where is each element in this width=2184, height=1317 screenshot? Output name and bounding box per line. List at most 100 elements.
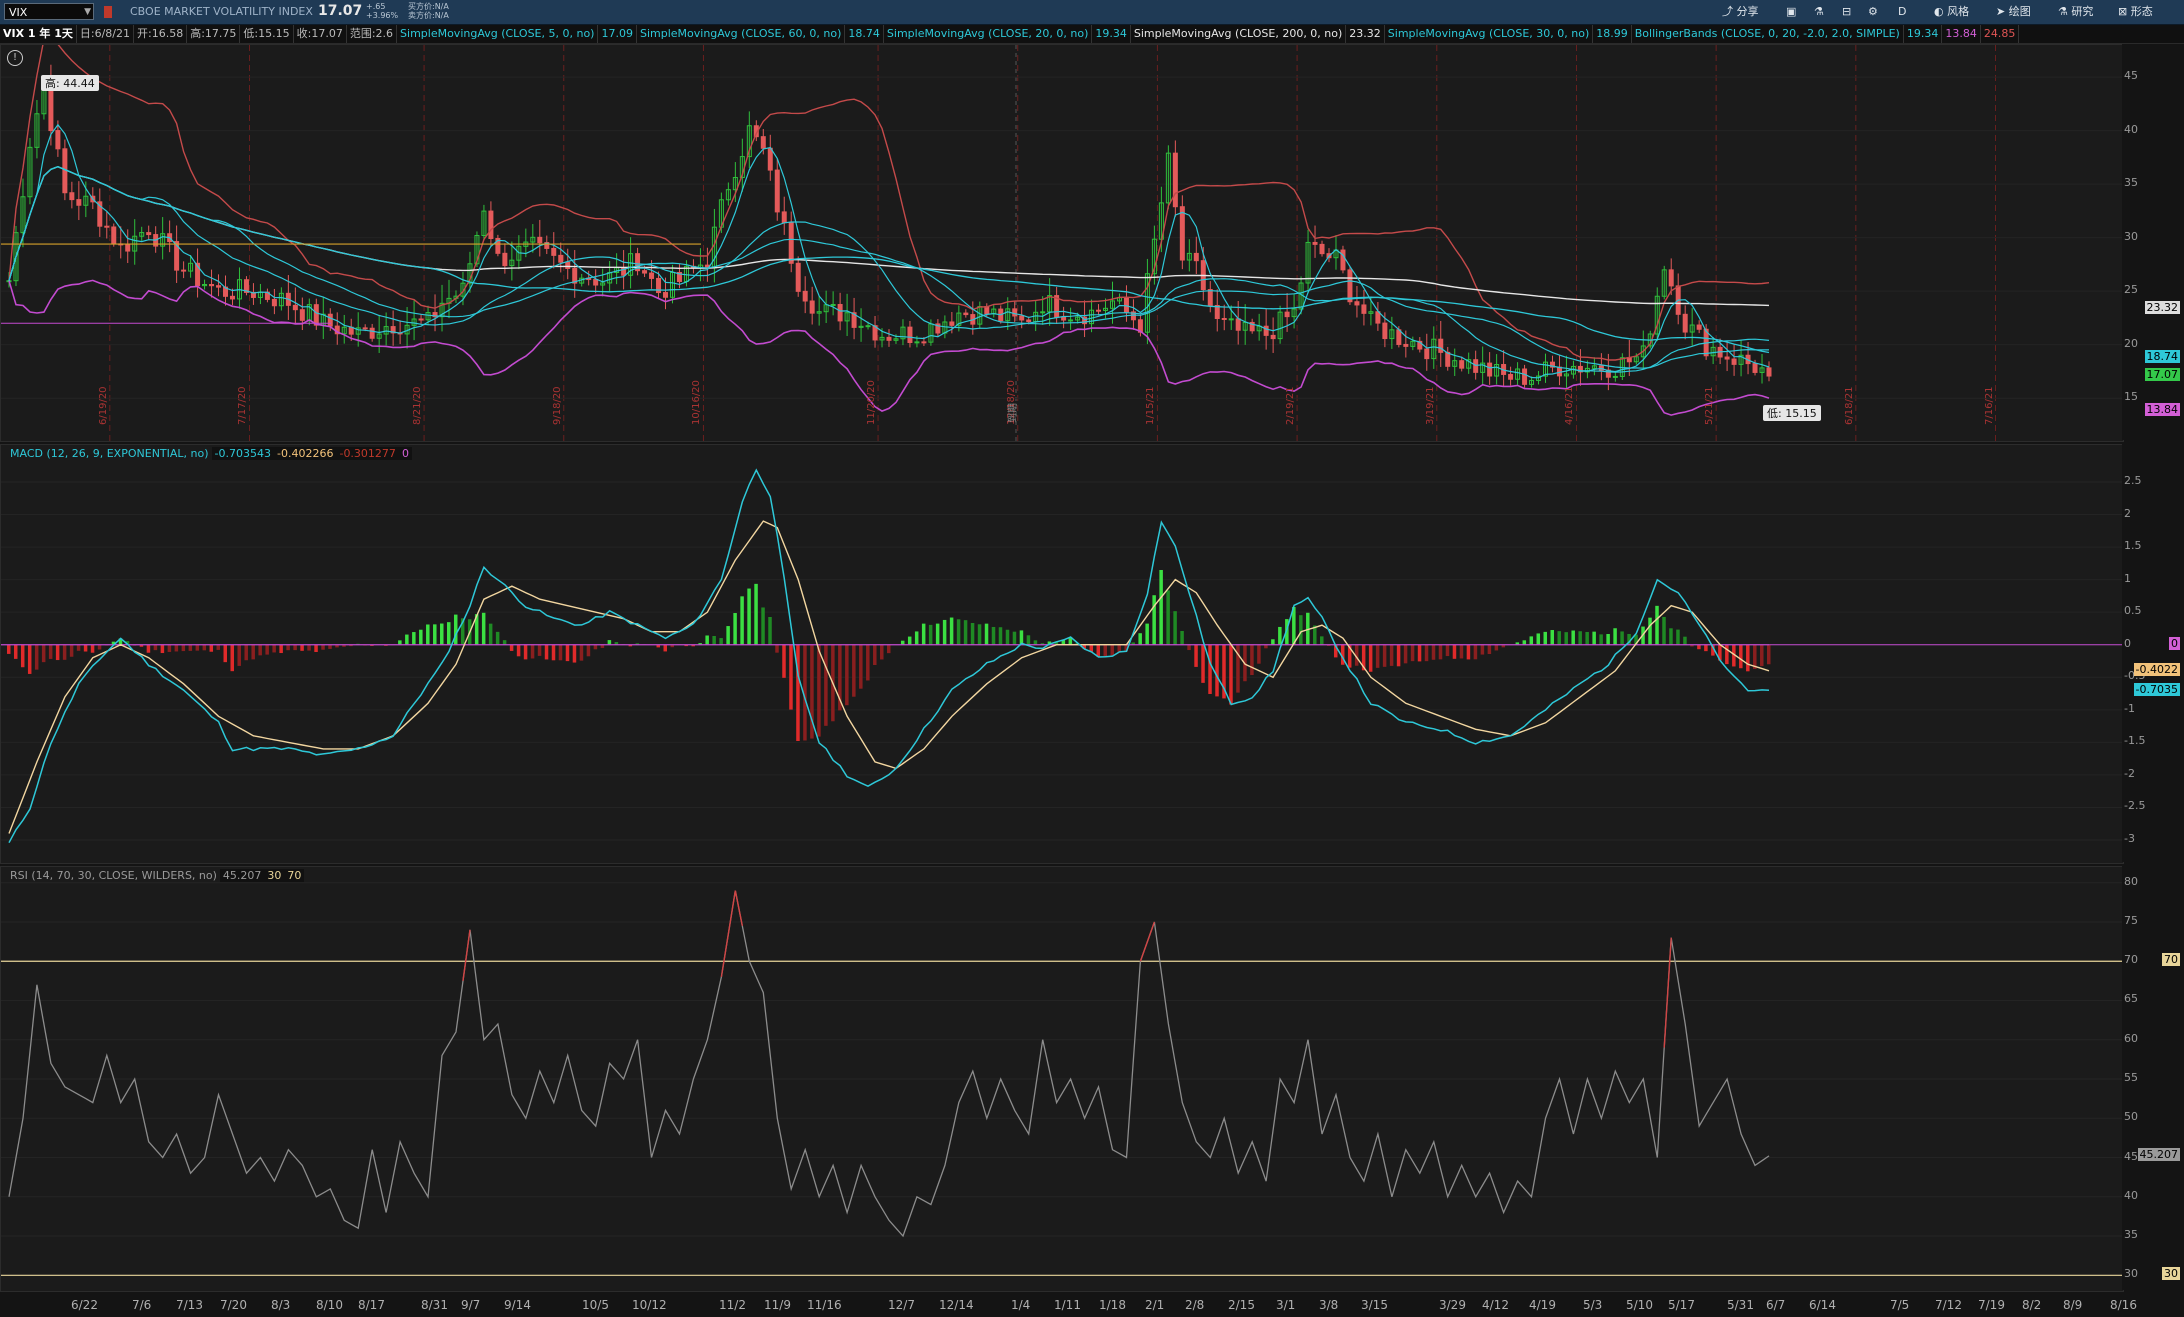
candle-body [1731,358,1737,365]
compare-button[interactable]: ⊟ [1842,3,1851,21]
high-callout: 高: 44.44 [41,75,99,91]
macd-histogram-bar [181,644,186,652]
expiry-date-label: 6/19/20 [97,386,109,425]
macd-histogram-bar [1606,633,1610,645]
candle-body [104,225,110,228]
study-sma60-label[interactable]: SimpleMovingAvg (CLOSE, 60, 0, no) [637,25,846,43]
rsi-axis[interactable]: 80 75 70 65 60 55 50 45 40 35 30 70 45.207 30 [2122,866,2184,1290]
candle-body [271,298,277,307]
macd-histogram-bar [7,644,11,654]
macd-histogram-bar [1368,644,1373,672]
time-axis-label: 7/20 [220,1298,247,1312]
share-button[interactable]: ⤴ 分享 [1722,3,1759,21]
info-icon[interactable]: ! [7,50,23,66]
price-tick: 35 [2124,176,2138,190]
candle-body [1438,338,1444,353]
study-bollinger-mid: 19.34 [1904,25,1943,43]
bar-high: 高:17.75 [187,25,241,43]
patterns-button[interactable]: ⊠ 形态 [2118,3,2153,21]
style-label: 风格 [1947,5,1970,18]
macd-histogram-bar [1431,644,1436,660]
rsi-title-bar: RSI (14, 70, 30, CLOSE, WILDERS, no) 45.2… [7,869,305,882]
candle-body [1228,318,1234,321]
candle-body [1061,316,1067,321]
candle-body [1361,304,1367,314]
macd-histogram-bar [1739,644,1743,669]
expiry-date-label: 1/15/21 [1145,386,1157,425]
candle-body [1375,311,1381,324]
macd-histogram-bar [1725,644,1729,665]
macd-histogram-bar [286,644,290,651]
macd-tick: 1 [2124,571,2131,585]
macd-histogram-bar [593,644,598,650]
rsi-title[interactable]: RSI (14, 70, 30, CLOSE, WILDERS, no) [7,869,220,882]
candle-body [1347,269,1353,303]
macd-histogram-bar [817,644,821,737]
candle-body [209,284,215,287]
candle-body [1040,311,1046,314]
bar-range: 范围:2.6 [347,25,398,43]
time-axis-label: 3/15 [1361,1298,1388,1312]
macd-axis[interactable]: 2.521.510.50-0.5-1-1.5-2-2.5-30-0.4022-0… [2122,444,2184,862]
candle-body [1193,252,1199,262]
macd-histogram-bar [579,644,584,661]
macd-histogram-bar [544,644,549,660]
study-sma200-label[interactable]: SimpleMovingAvg (CLOSE, 200, 0, no) [1131,25,1347,43]
candle-body [1682,313,1688,333]
candle-body [1019,315,1025,321]
macd-histogram-bar [419,629,423,645]
macd-histogram-bar [956,619,961,645]
candle-body [837,303,843,322]
candle-body [914,341,920,344]
study-bollinger-label[interactable]: BollingerBands (CLOSE, 0, 20, -2.0, 2.0,… [1632,25,1904,43]
macd-histogram-bar [1208,644,1212,694]
candle-body [418,318,424,321]
candle-body [313,304,319,326]
rsi-tick: 75 [2124,913,2138,927]
macd-panel[interactable]: MACD (12, 26, 9, EXPONENTIAL, no) -0.7035… [0,444,2124,864]
bar-date: 日:6/8/21 [77,25,135,43]
rsi-overbought: 70 [284,869,305,882]
study-sma5-label[interactable]: SimpleMovingAvg (CLOSE, 5, 0, no) [397,25,599,43]
candle-body [1766,367,1772,377]
aggregation-button[interactable]: D [1898,3,1906,21]
macd-histogram-bar [174,644,179,652]
rsi-panel[interactable]: RSI (14, 70, 30, CLOSE, WILDERS, no) 45.2… [0,866,2124,1292]
chart-title[interactable]: VIX 1 年 1天 [0,25,77,43]
candle-body [802,290,808,302]
candle-body [1319,243,1325,255]
macd-histogram-bar [1459,644,1464,659]
price-panel[interactable]: ! 高: 44.44 低: 15.15 6/19/20 7/17/20 8/21/20 9… [0,38,2124,442]
macd-histogram-bar [48,644,53,659]
rsi-overbought-segment [1146,921,1156,942]
expiry-date-label: 4/16/21 [1564,386,1576,425]
expiry-date-label: 2/19/21 [1285,386,1297,425]
study-sma20-label[interactable]: SimpleMovingAvg (CLOSE, 20, 0, no) [884,25,1093,43]
macd-histogram-bar [1550,630,1554,645]
style-button[interactable]: ◐ 风格 [1934,3,1969,21]
drawing-button[interactable]: ➤ 绘图 [1996,3,2031,21]
screenshot-button[interactable]: ▣ [1786,3,1796,21]
macd-title[interactable]: MACD (12, 26, 9, EXPONENTIAL, no) [7,447,212,460]
time-axis-label: 10/12 [632,1298,667,1312]
study-sma30-label[interactable]: SimpleMovingAvg (CLOSE, 30, 0, no) [1385,25,1594,43]
studies-button[interactable]: ⚗ 研究 [2058,3,2093,21]
candle-body [1172,152,1178,208]
macd-histogram-bar [1599,634,1603,645]
study-sma30-value: 18.99 [1593,25,1632,43]
candle-body [1179,206,1185,261]
candle-body [1696,324,1702,330]
candle-body [1123,297,1129,313]
compare-icon: ⊟ [1842,5,1852,18]
macd-histogram-bar [789,644,793,710]
price-axis[interactable]: 45 40 35 30 25 20 15 23.32 18.74 17.07 13.84 [2122,44,2184,440]
rsi-tick: 60 [2124,1031,2138,1045]
macd-histogram-bar [1760,644,1764,667]
candle-body [69,192,75,201]
flask-button[interactable]: ⚗ [1814,3,1824,21]
expiry-date-label: 5/21/21 [1704,386,1716,425]
settings-button[interactable]: ⚙ [1868,3,1878,21]
expiry-date-label: 8/21/20 [412,386,424,425]
symbol-input[interactable]: VIX ▼ [4,3,94,20]
chevron-down-icon[interactable]: ▼ [84,4,91,21]
